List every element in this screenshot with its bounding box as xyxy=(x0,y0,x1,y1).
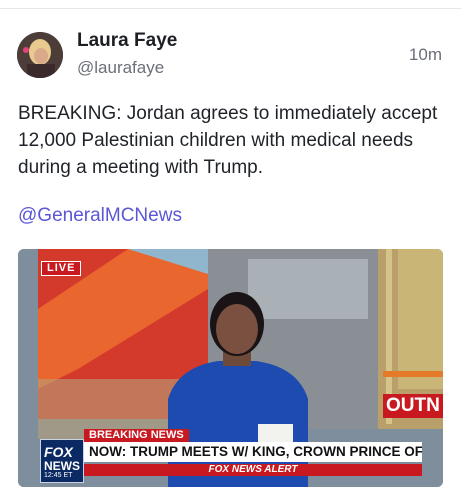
logo-time: 12:45 ET xyxy=(44,472,73,479)
post-body: BREAKING: Jordan agrees to immediately a… xyxy=(18,103,438,178)
author-name[interactable]: Laura Faye xyxy=(77,30,177,52)
live-badge: LIVE xyxy=(41,261,82,276)
chyron-headline: NOW: TRUMP MEETS W/ KING, CROWN PRINCE O… xyxy=(84,442,422,462)
top-divider xyxy=(0,8,461,9)
fox-news-alert-bar: FOX NEWS ALERT xyxy=(84,464,422,476)
logo-line2: NEWS xyxy=(44,459,80,473)
logo-line1: FOX xyxy=(44,444,73,460)
avatar[interactable] xyxy=(17,32,63,78)
video-thumbnail[interactable]: LIVE OUTN FOX NEWS 12:45 ET BREAKING NEW… xyxy=(18,249,443,487)
post-timestamp: 10m xyxy=(408,45,442,64)
side-banner-text: OUTN xyxy=(383,394,443,418)
mention-link[interactable]: @GeneralMCNews xyxy=(18,205,182,227)
author-handle[interactable]: @laurafaye xyxy=(77,58,164,78)
breaking-news-tag: BREAKING NEWS xyxy=(84,429,189,442)
fox-news-logo: FOX NEWS 12:45 ET xyxy=(40,439,84,483)
